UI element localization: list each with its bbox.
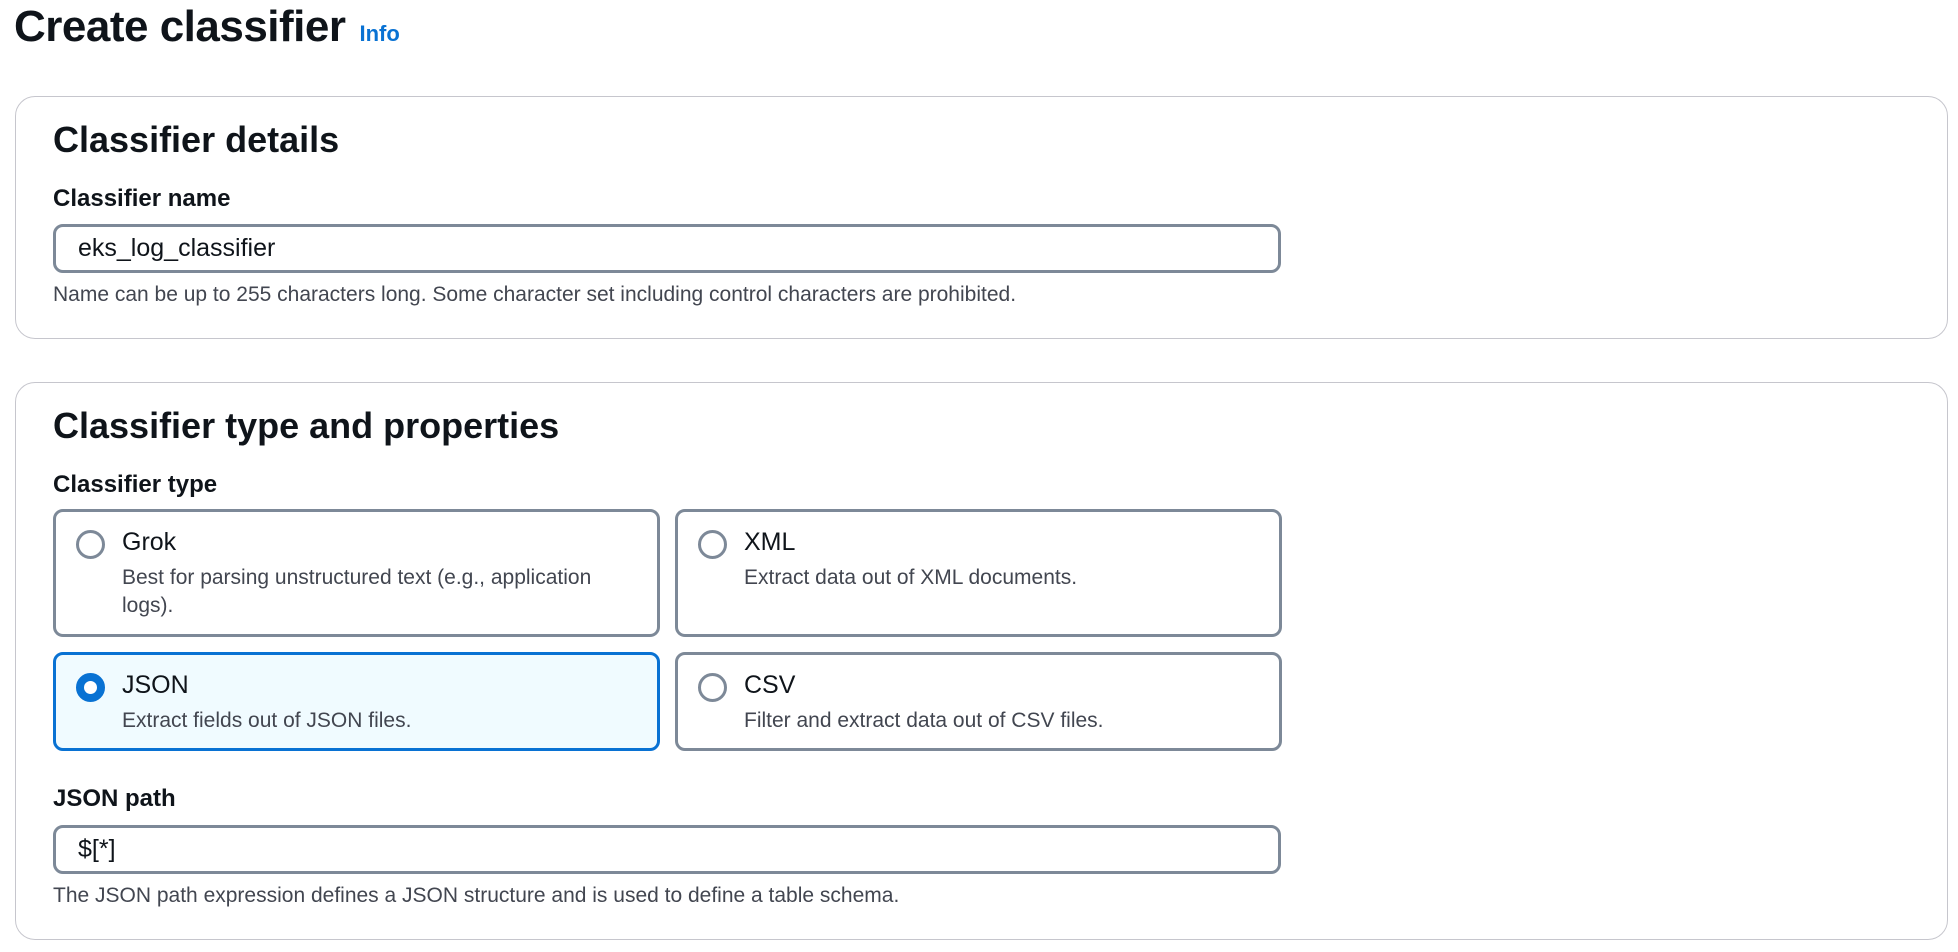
xml-description: Extract data out of XML documents. xyxy=(744,566,1078,589)
grok-description: Best for parsing unstructured text (e.g.… xyxy=(122,566,592,617)
info-link[interactable]: Info xyxy=(360,21,400,47)
xml-label: XML xyxy=(744,528,796,556)
classifier-name-input[interactable] xyxy=(53,224,1281,273)
classifier-type-title: Classifier type and properties xyxy=(53,405,560,446)
page-header: Create classifier Info xyxy=(14,2,400,52)
json-path-input[interactable] xyxy=(53,825,1281,874)
csv-radio[interactable] xyxy=(698,673,727,702)
classifier-type-label: Classifier type xyxy=(53,471,218,498)
create-classifier-page: Create classifier Info Classifier detail… xyxy=(0,0,1958,952)
classifier-name-label: Classifier name xyxy=(53,185,231,212)
classifier-type-panel: Classifier type and properties Classifie… xyxy=(15,382,1948,940)
type-option-json[interactable]: JSON Extract fields out of JSON files. xyxy=(53,652,660,751)
json-description: Extract fields out of JSON files. xyxy=(122,709,412,732)
type-option-csv[interactable]: CSV Filter and extract data out of CSV f… xyxy=(675,652,1282,751)
csv-label: CSV xyxy=(744,671,796,699)
xml-radio[interactable] xyxy=(698,530,727,559)
classifier-details-title: Classifier details xyxy=(53,119,340,160)
json-label: JSON xyxy=(122,671,189,699)
classifier-name-help: Name can be up to 255 characters long. S… xyxy=(53,283,1017,306)
grok-radio[interactable] xyxy=(76,530,105,559)
grok-label: Grok xyxy=(122,528,177,556)
json-radio[interactable] xyxy=(76,673,105,702)
type-option-xml[interactable]: XML Extract data out of XML documents. xyxy=(675,509,1282,637)
type-option-grok[interactable]: Grok Best for parsing unstructured text … xyxy=(53,509,660,637)
json-path-help: The JSON path expression defines a JSON … xyxy=(53,884,900,907)
csv-description: Filter and extract data out of CSV files… xyxy=(744,709,1104,732)
page-title: Create classifier xyxy=(14,2,346,51)
json-path-label: JSON path xyxy=(53,785,176,812)
classifier-details-panel: Classifier details Classifier name Name … xyxy=(15,96,1948,339)
